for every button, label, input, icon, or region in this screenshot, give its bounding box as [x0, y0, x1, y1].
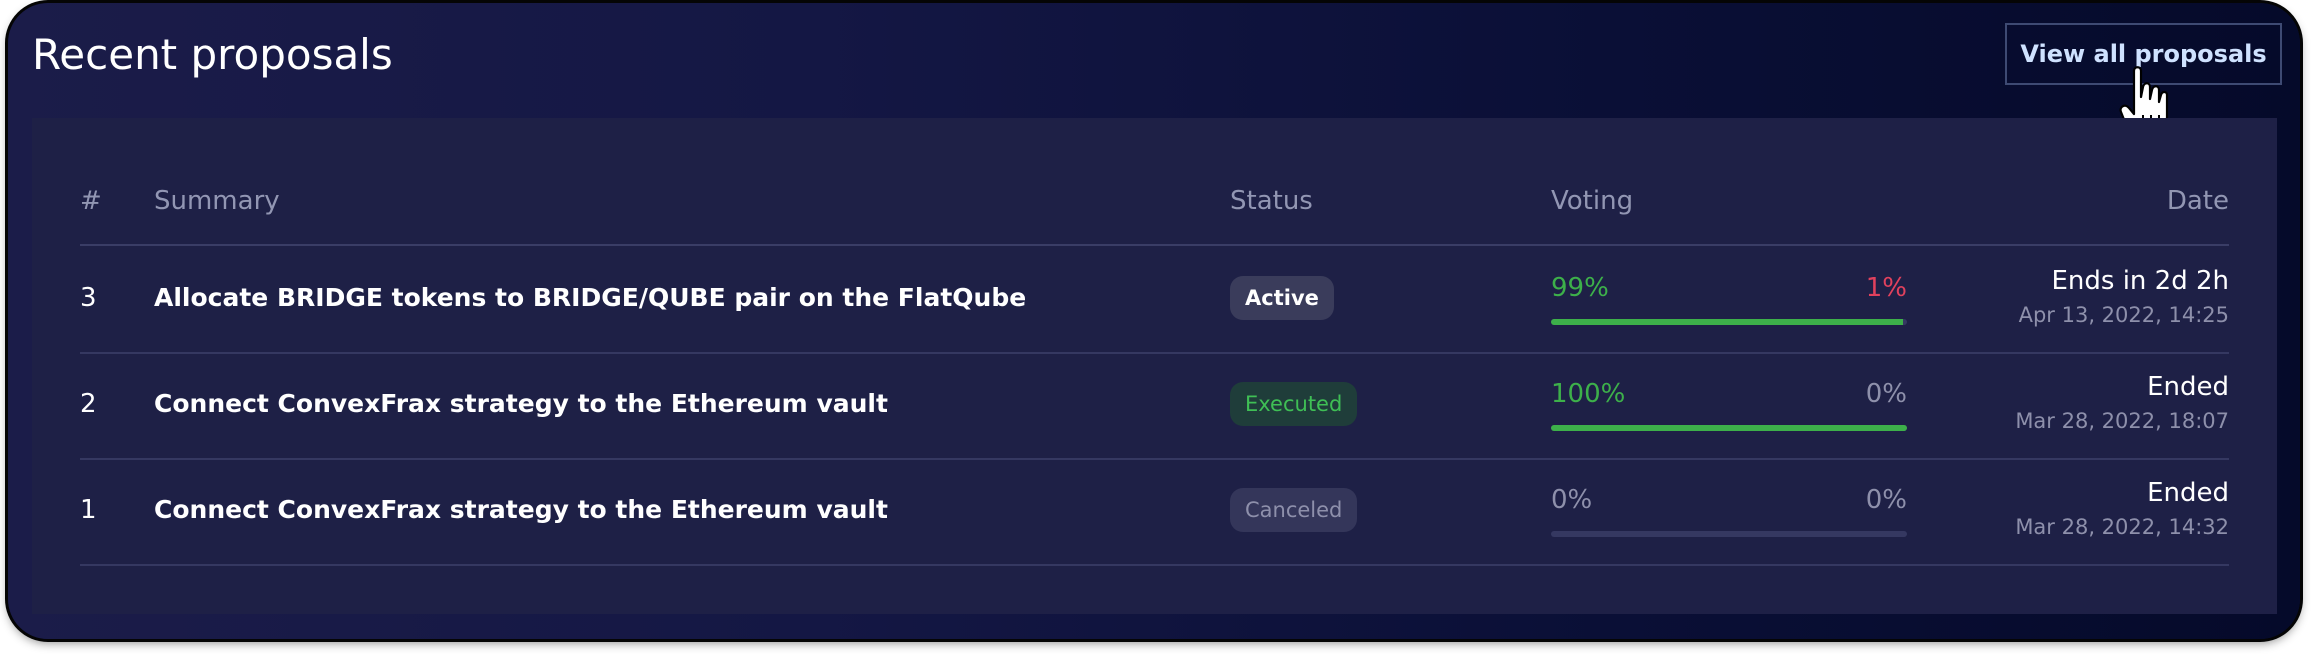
proposal-date: Ended Mar 28, 2022, 18:07	[1909, 370, 2229, 438]
date-status: Ended	[2147, 478, 2229, 508]
proposal-date: Ended Mar 28, 2022, 14:32	[1909, 476, 2229, 544]
column-header-date: Date	[2166, 186, 2229, 216]
date-timestamp: Apr 13, 2022, 14:25	[2018, 303, 2229, 327]
proposal-number: 3	[80, 283, 97, 313]
voting-yes-percent: 99%	[1551, 273, 1609, 303]
proposal-summary[interactable]: Connect ConvexFrax strategy to the Ether…	[154, 492, 888, 528]
voting-no-percent: 0%	[1865, 485, 1907, 515]
recent-proposals-widget: Recent proposals View all proposals # Su…	[8, 3, 2300, 639]
voting-yes-percent: 0%	[1551, 485, 1593, 515]
voting-progress-bar	[1551, 531, 1907, 537]
voting-progress-bar	[1551, 319, 1907, 325]
page-title: Recent proposals	[32, 30, 393, 79]
proposal-date: Ends in 2d 2h Apr 13, 2022, 14:25	[1909, 264, 2229, 332]
voting-no-percent: 0%	[1865, 379, 1907, 409]
voting-result: 100% 0%	[1551, 376, 1907, 436]
voting-progress-fill	[1551, 319, 1904, 325]
column-header-voting: Voting	[1551, 186, 1634, 216]
status-badge: Active	[1230, 276, 1334, 320]
proposal-summary[interactable]: Allocate BRIDGE tokens to BRIDGE/QUBE pa…	[154, 280, 1026, 316]
proposal-summary[interactable]: Connect ConvexFrax strategy to the Ether…	[154, 386, 888, 422]
date-timestamp: Mar 28, 2022, 14:32	[2015, 515, 2229, 539]
date-status: Ends in 2d 2h	[2051, 266, 2229, 296]
table-header: # Summary Status Voting Date	[80, 178, 2229, 246]
proposal-number: 1	[80, 495, 97, 525]
table-row[interactable]: 3 Allocate BRIDGE tokens to BRIDGE/QUBE …	[80, 246, 2229, 354]
proposals-table: # Summary Status Voting Date 3 Allocate …	[32, 118, 2277, 614]
table-row[interactable]: 1 Connect ConvexFrax strategy to the Eth…	[80, 458, 2229, 566]
status-badge: Canceled	[1230, 488, 1358, 532]
voting-yes-percent: 100%	[1551, 379, 1626, 409]
status-badge: Executed	[1230, 382, 1358, 426]
date-status: Ended	[2147, 372, 2229, 402]
voting-no-percent: 1%	[1865, 273, 1907, 303]
table-row[interactable]: 2 Connect ConvexFrax strategy to the Eth…	[80, 352, 2229, 460]
column-header-number: #	[80, 186, 102, 216]
date-timestamp: Mar 28, 2022, 18:07	[2015, 409, 2229, 433]
voting-result: 99% 1%	[1551, 270, 1907, 330]
voting-result: 0% 0%	[1551, 482, 1907, 542]
proposal-number: 2	[80, 389, 97, 419]
column-header-status: Status	[1230, 186, 1313, 216]
column-header-summary: Summary	[154, 186, 280, 216]
voting-progress-bar	[1551, 425, 1907, 431]
voting-progress-fill	[1551, 425, 1907, 431]
